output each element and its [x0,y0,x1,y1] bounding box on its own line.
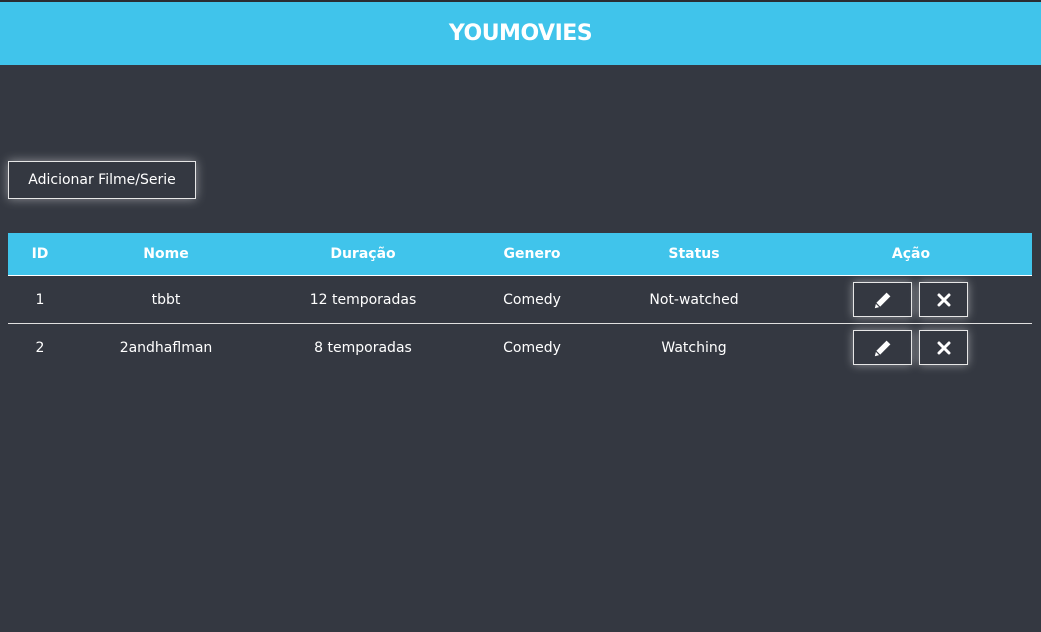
pencil-icon [874,291,892,309]
delete-button[interactable] [919,282,968,317]
edit-button[interactable] [853,330,912,365]
cell-duracao: 8 temporadas [314,339,412,356]
close-icon [937,293,951,307]
cell-id: 1 [35,291,45,308]
row-actions [853,330,968,365]
pencil-icon [874,339,892,357]
cell-status: Not-watched [649,291,739,308]
table-row: 1 tbbt 12 temporadas Comedy Not-watched [8,276,1032,324]
column-header-acao: Ação [891,246,931,262]
table-header: ID Nome Duração Genero Status Ação [8,233,1032,276]
close-icon [937,341,951,355]
column-header-status: Status [668,246,720,262]
cell-genero: Comedy [503,291,561,308]
delete-button[interactable] [919,330,968,365]
cell-status: Watching [661,339,727,356]
column-header-id: ID [31,246,49,262]
brand-title: YOUMOVIES [448,21,593,46]
cell-id: 2 [35,339,45,356]
column-header-genero: Genero [503,246,561,262]
cell-nome: 2andhaflman [119,339,213,356]
cell-nome: tbbt [151,291,181,308]
column-header-nome: Nome [143,246,189,262]
cell-genero: Comedy [503,339,561,356]
cell-duracao: 12 temporadas [309,291,417,308]
edit-button[interactable] [853,282,912,317]
table-row: 2 2andhaflman 8 temporadas Comedy Watchi… [8,324,1032,371]
row-actions [853,282,968,317]
add-movie-series-button[interactable]: Adicionar Filme/Serie [8,161,196,199]
movies-table: ID Nome Duração Genero Status Ação 1 tbb… [8,233,1032,371]
app-header: YOUMOVIES [0,2,1041,65]
column-header-duracao: Duração [330,246,396,262]
